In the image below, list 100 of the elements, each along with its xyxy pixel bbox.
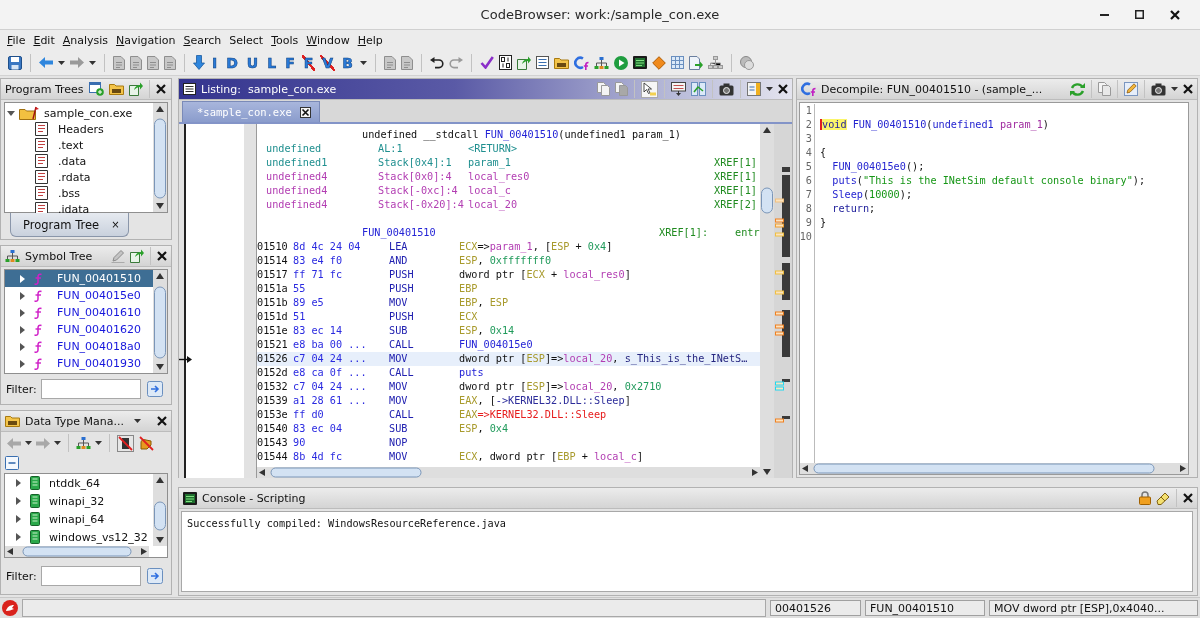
expand-arrow-icon[interactable] (20, 274, 25, 283)
document-icon[interactable] (113, 55, 125, 70)
table-icon[interactable] (670, 56, 684, 69)
down-arrow-icon[interactable] (193, 55, 205, 70)
code-icon[interactable] (801, 82, 816, 96)
listing-row[interactable]: 0151e 83 ec 14 SUB ESP, 0x14 (257, 324, 760, 338)
filter-options-icon[interactable] (146, 381, 163, 397)
grid-box-icon[interactable] (498, 55, 512, 70)
expand-arrow-icon[interactable] (20, 308, 25, 317)
panel-icon[interactable] (747, 82, 761, 96)
menu-item[interactable]: Navigation (112, 33, 180, 47)
symbol-tree-item[interactable]: FUN_004018a0 (5, 338, 153, 355)
horizontal-scrollbar[interactable] (257, 467, 760, 478)
back-arrow-icon[interactable] (39, 57, 53, 68)
listing-icon[interactable] (183, 83, 196, 95)
listing-row[interactable]: 01544 8b 4d fc MOV ECX, dword ptr [EBP + local_c] (257, 450, 760, 464)
expand-arrow-icon[interactable] (16, 533, 21, 541)
symbol-tree-item[interactable]: FUN_004015e0 (5, 287, 153, 304)
folder-icon[interactable] (108, 83, 124, 95)
tree-icon[interactable] (5, 250, 20, 262)
save-icon[interactable] (8, 55, 22, 70)
letter-button[interactable]: L (265, 54, 279, 71)
symbol-tree-item[interactable]: FUN_00401620 (5, 321, 153, 338)
copy-icon[interactable] (1098, 82, 1111, 96)
tree-item[interactable]: winapi_32 (5, 492, 153, 510)
minimize-icon[interactable] (1100, 13, 1109, 16)
caret-icon[interactable] (95, 441, 102, 445)
document-icon[interactable] (688, 55, 703, 70)
letter-button[interactable]: U (244, 54, 261, 71)
collapse-all-icon[interactable] (5, 455, 19, 470)
list-icon[interactable] (535, 56, 549, 69)
symbol-tree-item[interactable]: FUN_00401930 (5, 355, 153, 372)
letter-button[interactable]: B (340, 54, 355, 71)
document-icon[interactable] (130, 55, 142, 70)
symbol-tree-item[interactable]: FUN_00401510 (5, 270, 153, 287)
menu-item[interactable]: Analysis (58, 33, 113, 47)
folder-icon[interactable] (5, 415, 20, 427)
camera-icon[interactable] (719, 82, 734, 96)
export-icon[interactable] (128, 82, 143, 96)
tab-close-button[interactable]: × (111, 219, 120, 230)
document-icon[interactable] (383, 55, 396, 70)
pointer-icon[interactable] (641, 80, 658, 98)
menu-item[interactable]: Select (225, 33, 268, 47)
listing-row[interactable]: 01514 83 e4 f0 AND ESP, 0xfffffff0 (257, 254, 760, 268)
tree-item[interactable]: Headers (5, 121, 153, 137)
listing-row[interactable]: 01510 8d 4c 24 04 LEA ECX=>param_1, [ESP + 0x4] (257, 240, 760, 254)
symbol-tree-item[interactable]: FUN_00401610 (5, 304, 153, 321)
tree-item[interactable]: .bss (5, 185, 153, 201)
copy-icon[interactable] (615, 82, 628, 96)
menu-item[interactable]: Window (302, 33, 354, 47)
listing-row[interactable]: 01526 c7 04 24 ... MOV dword ptr [ESP]=>local_20, s_This_is_the_INetS… (257, 352, 760, 366)
monitor-icon[interactable] (632, 56, 647, 69)
caret-icon[interactable] (1171, 87, 1178, 91)
lock-icon[interactable] (1139, 491, 1151, 505)
horizontal-scrollbar[interactable] (800, 463, 1188, 474)
menu-item[interactable]: File (3, 33, 30, 47)
caret-icon[interactable] (766, 87, 773, 91)
tree-item[interactable]: ntddk_64 (5, 474, 153, 492)
network-icon[interactable] (707, 56, 723, 69)
listing-row[interactable]: 01517 ff 71 fc PUSH dword ptr [ECX + local_res0] (257, 268, 760, 282)
filter-options-icon[interactable] (146, 568, 163, 584)
letter-button[interactable]: I (210, 54, 220, 71)
expand-arrow-icon[interactable] (16, 515, 21, 523)
copy-icon[interactable] (597, 82, 610, 96)
layout-icon[interactable] (671, 82, 686, 96)
overview-bar-drawing[interactable] (774, 124, 792, 478)
filter-field[interactable] (40, 379, 141, 399)
camera-icon[interactable] (1151, 82, 1166, 96)
close-icon[interactable] (778, 84, 788, 94)
monitor-icon[interactable] (183, 491, 197, 505)
menu-item[interactable]: Edit (29, 33, 59, 47)
listing-row[interactable]: 0153e ff d0 CALL EAX=>KERNEL32.DLL::Sleep (257, 408, 760, 422)
tab[interactable]: Program Tree × (10, 213, 129, 237)
eraser-icon[interactable] (1156, 491, 1170, 505)
maximize-icon[interactable] (1135, 10, 1144, 19)
listing-row[interactable]: 01532 c7 04 24 ... MOV dword ptr [ESP]=>local_20, 0x2710 (257, 380, 760, 394)
menu-item[interactable]: Tools (267, 33, 303, 47)
filter-field[interactable] (40, 566, 141, 586)
expand-arrow-icon[interactable] (20, 325, 25, 334)
crossed-out-icon[interactable] (117, 434, 134, 452)
tree-item[interactable]: sample_con.exe (5, 105, 153, 121)
code-icon[interactable] (573, 55, 589, 70)
window-plus-icon[interactable] (88, 82, 104, 96)
tree-item[interactable]: .data (5, 153, 153, 169)
listing-row[interactable]: 0151a 55 PUSH EBP (257, 282, 760, 296)
letter-button[interactable]: F (283, 54, 297, 71)
listing-row[interactable]: 0151d 51 PUSH ECX (257, 310, 760, 324)
undo-icon[interactable] (429, 56, 444, 69)
vertical-scrollbar[interactable] (153, 270, 167, 373)
close-icon[interactable] (157, 251, 167, 261)
close-icon[interactable] (1183, 84, 1193, 94)
vertical-scrollbar[interactable] (153, 474, 167, 546)
export-icon[interactable] (516, 55, 531, 70)
refresh-icon[interactable] (1070, 81, 1085, 97)
listing-row[interactable]: 01543 90 NOP (257, 436, 760, 450)
menu-item[interactable]: Search (179, 33, 226, 47)
tree-item[interactable]: .rdata (5, 169, 153, 185)
close-icon[interactable] (299, 106, 311, 118)
close-icon[interactable] (157, 416, 167, 426)
listing-row[interactable]: 0151b 89 e5 MOV EBP, ESP (257, 296, 760, 310)
